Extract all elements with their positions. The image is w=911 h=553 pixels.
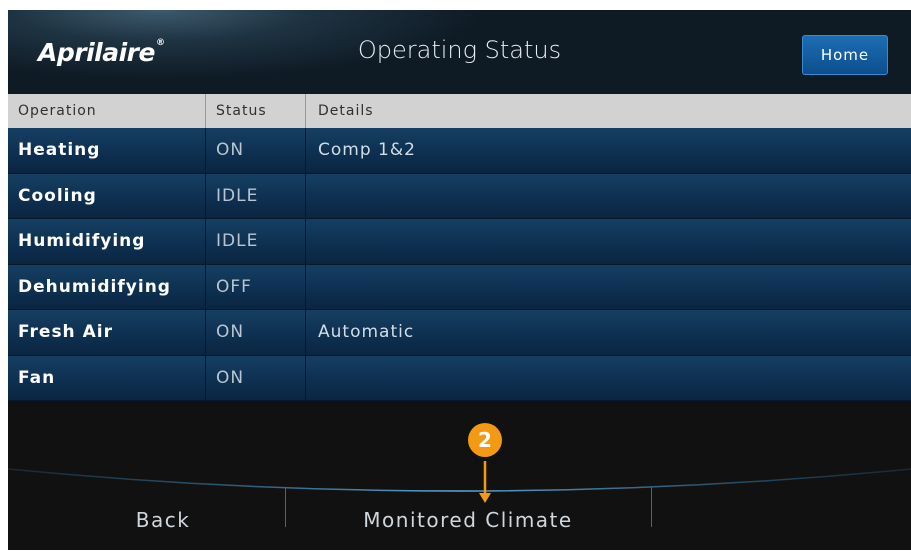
annotation-arrow-head (479, 493, 491, 503)
operation-cell: Dehumidifying (18, 276, 171, 297)
status-cell: ON (205, 355, 305, 400)
footer-divider (651, 487, 652, 527)
status-cell: ON (205, 310, 305, 355)
header-bar: Aprilaire® Operating Status Home (8, 10, 911, 94)
table-row-humidifying: Humidifying IDLE (8, 219, 911, 265)
monitored-climate-button[interactable]: Monitored Climate (298, 508, 638, 538)
operation-cell: Humidifying (18, 231, 146, 251)
page-title: Operating Status (357, 36, 562, 64)
status-cell: OFF (205, 264, 305, 309)
operation-cell: Fresh Air (18, 322, 113, 342)
footer-nav: Back Monitored Climate 2 (8, 405, 911, 550)
table-row-fresh-air: Fresh Air ON Automatic (8, 310, 911, 356)
operation-cell: Fan (18, 367, 56, 388)
column-header-operation: Operation (18, 103, 97, 119)
table-row-heating: Heating ON Comp 1&2 (8, 128, 911, 174)
table-row-cooling: Cooling IDLE (8, 173, 911, 219)
details-cell (305, 219, 911, 264)
table-header-row: Operation Status Details (8, 94, 911, 128)
back-button[interactable]: Back (68, 508, 258, 538)
operation-cell: Cooling (18, 185, 97, 206)
details-cell: Comp 1&2 (305, 128, 911, 173)
table-row-dehumidifying: Dehumidifying OFF (8, 264, 911, 310)
table-row-fan: Fan ON (8, 355, 911, 401)
operating-status-table: Operation Status Details Heating ON Comp… (8, 94, 911, 401)
column-header-status: Status (205, 94, 305, 128)
home-button[interactable]: Home (802, 35, 888, 75)
details-cell (305, 173, 911, 218)
annotation-badge: 2 (468, 423, 502, 457)
status-cell: IDLE (205, 173, 305, 218)
status-cell: IDLE (205, 219, 305, 264)
thermostat-screen: Aprilaire® Operating Status Home Operati… (8, 10, 911, 550)
footer-divider (285, 487, 286, 527)
status-cell: ON (205, 128, 305, 173)
details-cell: Automatic (305, 310, 911, 355)
details-cell (305, 264, 911, 309)
operation-cell: Heating (18, 140, 101, 160)
details-cell (305, 355, 911, 400)
column-header-details: Details (305, 94, 911, 128)
